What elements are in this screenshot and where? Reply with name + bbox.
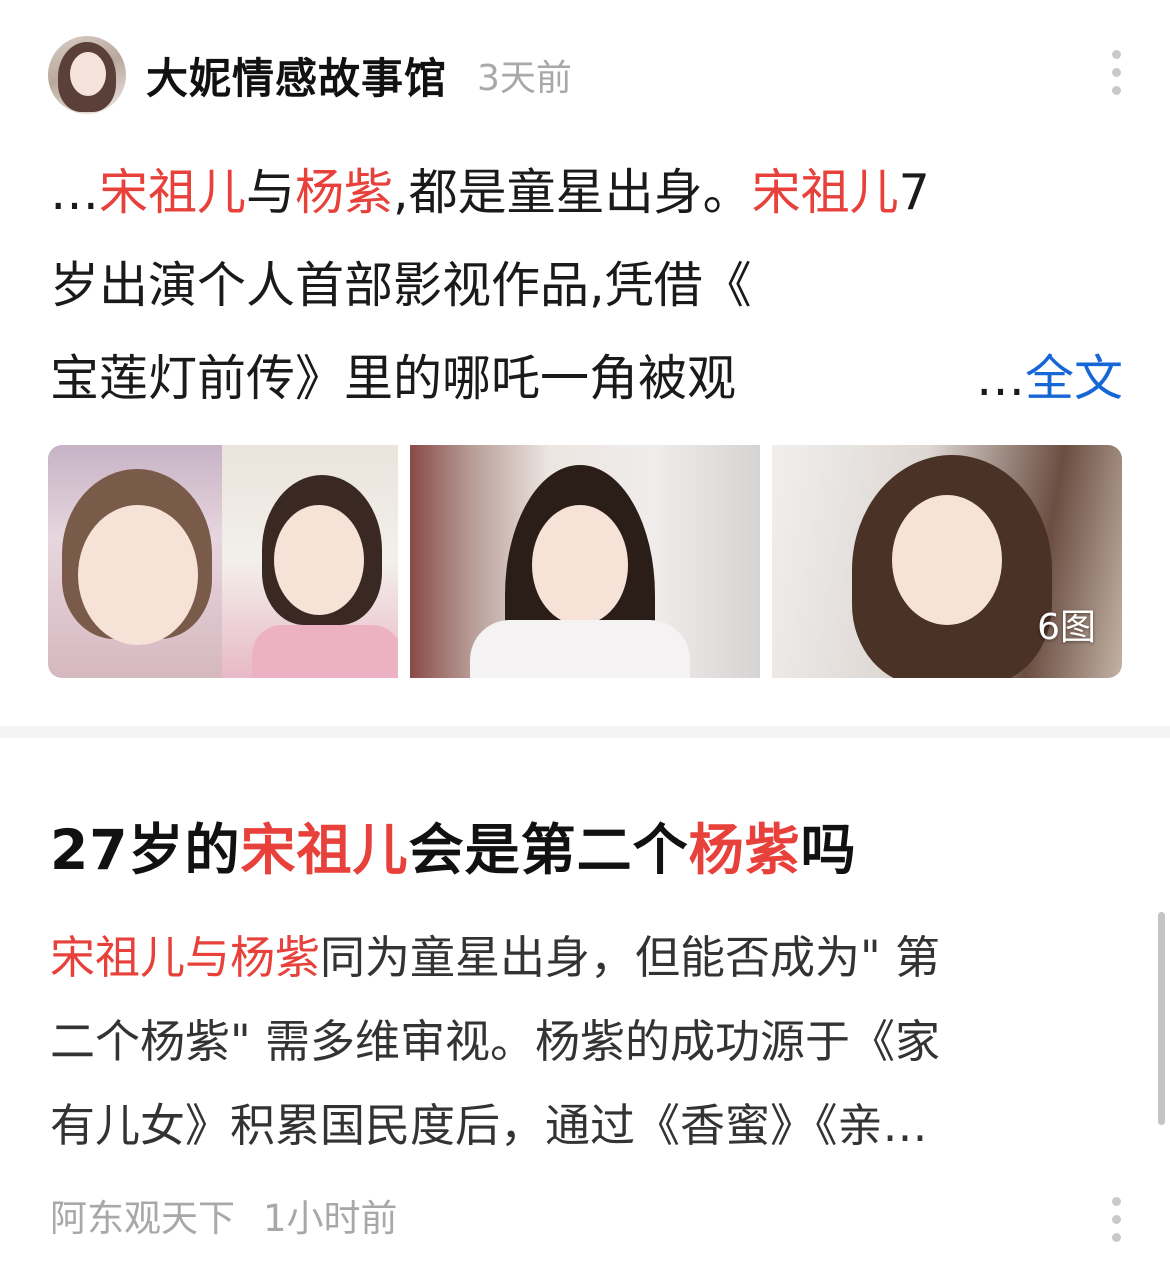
image-grid[interactable]: 6图 [48, 445, 1122, 678]
post-image-1[interactable] [48, 445, 398, 678]
more-options-icon[interactable] [1106, 50, 1126, 95]
expand-full-text[interactable]: …全文 [976, 332, 1123, 425]
excerpt-line-3: 宝莲灯前传》里的哪吒一角被观 …全文 [50, 332, 1125, 425]
summary-line-3: 有儿女》积累国民度后，通过《香蜜》《亲… [50, 1099, 928, 1152]
excerpt-line-3-text: 宝莲灯前传》里的哪吒一角被观 [50, 350, 737, 407]
feed-card-1[interactable]: 大妮情感故事馆 3天前 …宋祖儿与杨紫,都是童星出身。宋祖儿7 岁出演个人首部影… [0, 0, 1170, 726]
text-run: 同为童星出身，但能否成为" 第 [320, 931, 941, 984]
full-text-link[interactable]: 全文 [1025, 350, 1123, 407]
post-image-2[interactable] [410, 445, 760, 678]
summary-line-1: 宋祖儿与杨紫同为童星出身，但能否成为" 第 [50, 916, 1110, 1000]
highlight-keyword: 宋祖儿与杨紫 [50, 931, 321, 984]
highlight-keyword: 杨紫 [295, 164, 394, 221]
text-run: 吗 [800, 818, 857, 882]
highlight-keyword: 宋祖儿 [240, 818, 409, 882]
highlight-keyword: 宋祖儿 [751, 164, 899, 221]
text-run: 与 [246, 164, 296, 221]
highlight-keyword: 宋祖儿 [99, 164, 247, 221]
text-run: … [50, 164, 99, 221]
highlight-keyword: 杨紫 [688, 818, 801, 882]
author-row: 大妮情感故事馆 3天前 [48, 36, 572, 114]
summary-line-2: 二个杨紫" 需多维审视。杨紫的成功源于《家 [50, 1015, 941, 1068]
post-excerpt[interactable]: …宋祖儿与杨紫,都是童星出身。宋祖儿7 岁出演个人首部影视作品,凭借《 宝莲灯前… [50, 146, 1125, 425]
text-run: 会是第二个 [408, 818, 689, 882]
text-run: ,都是童星出身。 [393, 164, 752, 221]
source-name[interactable]: 阿东观天下 [50, 1188, 235, 1242]
article-time: 1小时前 [263, 1197, 398, 1240]
scrollbar[interactable] [1158, 912, 1165, 1125]
post-time: 3天前 [477, 58, 572, 99]
article-title[interactable]: 27岁的宋祖儿会是第二个杨紫吗 [50, 805, 857, 885]
text-run: 7 [898, 164, 930, 221]
author-name[interactable]: 大妮情感故事馆 [146, 45, 447, 106]
text-run: 27岁的 [50, 818, 241, 882]
ellipsis: … [975, 350, 1025, 407]
card-divider [0, 726, 1170, 738]
excerpt-line-1: …宋祖儿与杨紫,都是童星出身。宋祖儿7 [50, 146, 1125, 239]
article-meta: 阿东观天下 1小时前 [50, 1190, 398, 1240]
article-summary[interactable]: 宋祖儿与杨紫同为童星出身，但能否成为" 第 二个杨紫" 需多维审视。杨紫的成功源… [50, 916, 1110, 1168]
more-options-icon[interactable] [1106, 1197, 1126, 1242]
post-image-3[interactable]: 6图 [772, 445, 1122, 678]
excerpt-line-2: 岁出演个人首部影视作品,凭借《 [50, 257, 752, 314]
image-count-badge: 6图 [1037, 607, 1096, 648]
author-avatar[interactable] [48, 36, 126, 114]
